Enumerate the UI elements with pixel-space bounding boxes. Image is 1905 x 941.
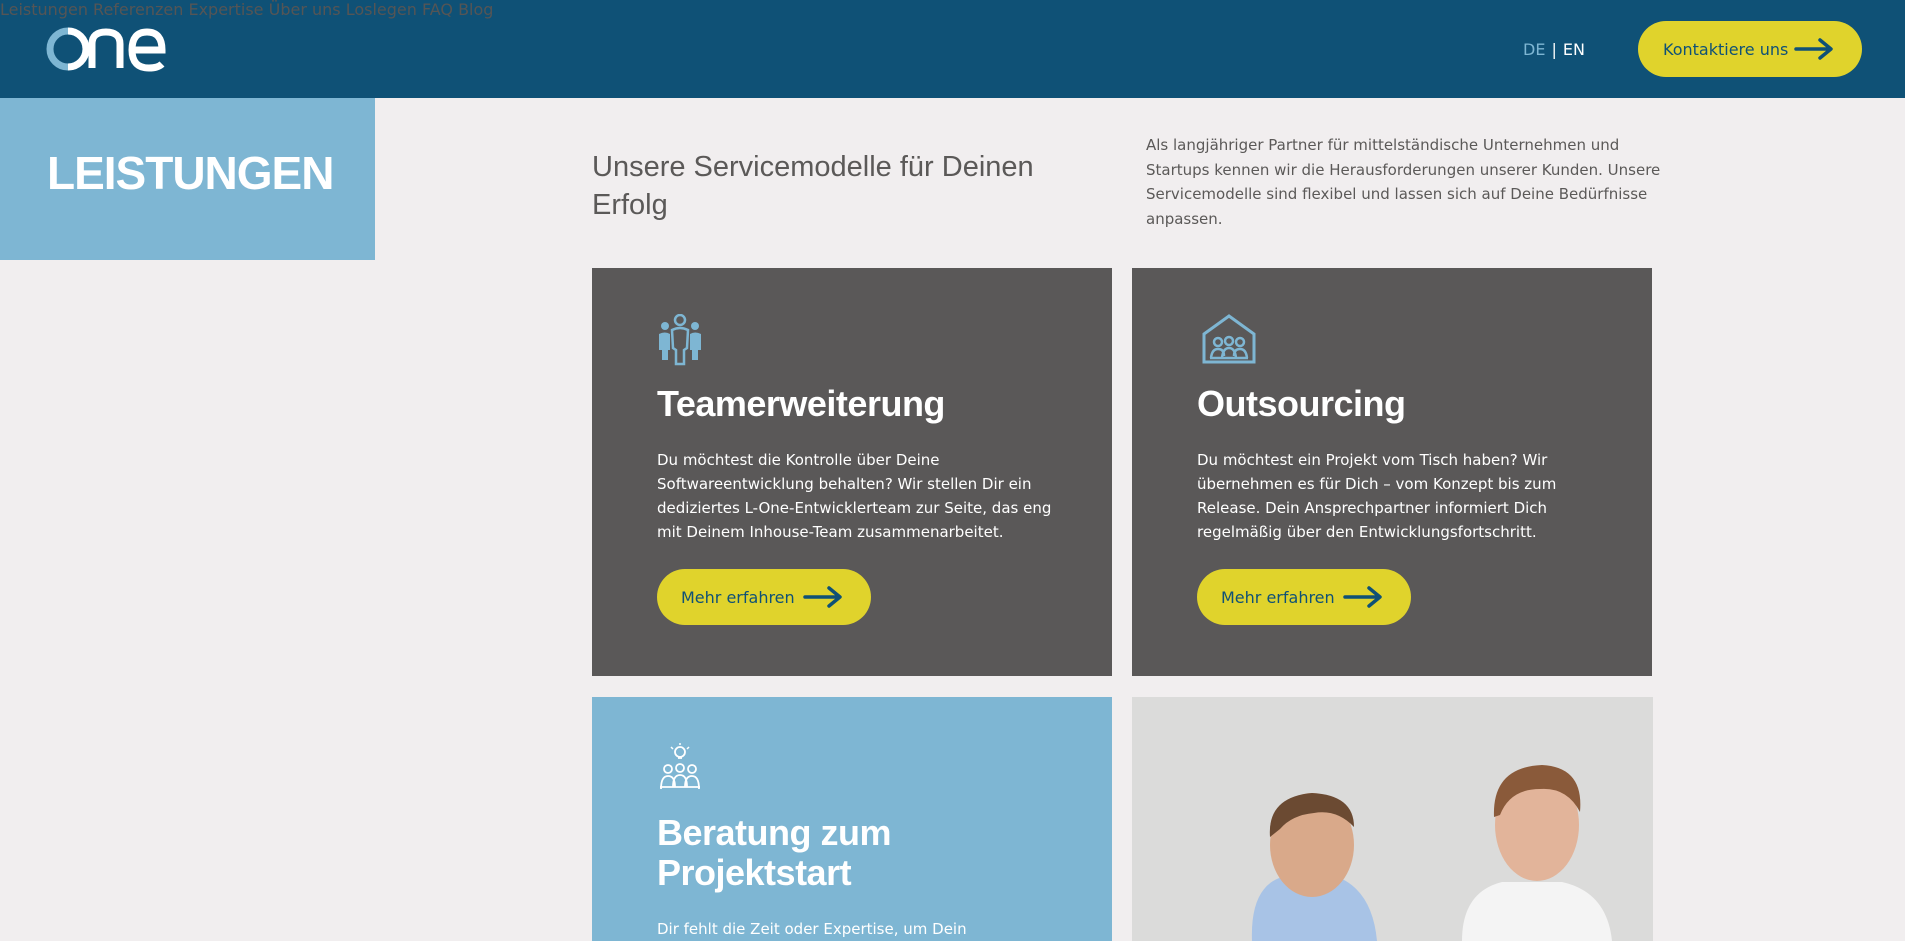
button-label: Mehr erfahren bbox=[1221, 587, 1335, 607]
nav-loslegen[interactable]: Loslegen bbox=[346, 0, 417, 19]
team-meeting-illustration bbox=[1132, 697, 1653, 941]
card-text: Du möchtest ein Projekt vom Tisch haben?… bbox=[1197, 451, 1557, 541]
arrow-right-icon bbox=[1794, 38, 1833, 60]
card-title: Beratung zum Projektstart bbox=[657, 812, 892, 893]
card-title: Teamerweiterung bbox=[657, 383, 945, 424]
service-card-beratung: Beratung zum Projektstart Dir fehlt die … bbox=[592, 697, 1112, 941]
intro-title: Unsere Servicemodelle für Deinen Erfolg bbox=[592, 151, 1034, 221]
idea-meeting-icon bbox=[660, 743, 700, 790]
intro-text: Als langjähriger Partner für mittelständ… bbox=[1146, 136, 1661, 228]
arrow-right-icon bbox=[1343, 586, 1382, 608]
service-card-outsourcing: Outsourcing Du möchtest ein Projekt vom … bbox=[1132, 268, 1652, 676]
company-logo[interactable] bbox=[46, 20, 166, 74]
contact-button[interactable]: Kontaktiere uns bbox=[1638, 21, 1862, 77]
mehr-erfahren-button[interactable]: Mehr erfahren bbox=[657, 569, 871, 625]
button-label: Mehr erfahren bbox=[681, 587, 795, 607]
mehr-erfahren-button[interactable]: Mehr erfahren bbox=[1197, 569, 1411, 625]
language-switcher: DE | EN bbox=[1523, 40, 1585, 59]
lang-separator: | bbox=[1551, 40, 1557, 59]
card-text: Dir fehlt die Zeit oder Expertise, um De… bbox=[657, 920, 967, 938]
lang-en[interactable]: EN bbox=[1563, 40, 1585, 59]
lang-de[interactable]: DE bbox=[1523, 40, 1545, 59]
nav-blog[interactable]: Blog bbox=[458, 0, 493, 19]
nav-ueber-uns[interactable]: Über uns bbox=[269, 0, 341, 19]
house-team-icon bbox=[1202, 314, 1256, 364]
arrow-right-icon bbox=[803, 586, 842, 608]
section-label-block: LEISTUNGEN bbox=[0, 98, 375, 260]
nav-leistungen[interactable]: Leistungen bbox=[0, 0, 88, 19]
nav-referenzen[interactable]: Referenzen bbox=[93, 0, 183, 19]
service-card-teamerweiterung: Teamerweiterung Du möchtest die Kontroll… bbox=[592, 268, 1112, 676]
nav-expertise[interactable]: Expertise bbox=[188, 0, 263, 19]
site-header: Leistungen Referenzen Expertise Über uns… bbox=[0, 0, 1905, 98]
team-photo bbox=[1132, 697, 1653, 941]
section-title: LEISTUNGEN bbox=[47, 147, 334, 199]
team-icon bbox=[659, 314, 701, 366]
card-title: Outsourcing bbox=[1197, 383, 1406, 424]
contact-button-label: Kontaktiere uns bbox=[1663, 39, 1789, 59]
nav-faq[interactable]: FAQ bbox=[422, 0, 453, 19]
card-text: Du möchtest die Kontrolle über Deine Sof… bbox=[657, 451, 1052, 541]
